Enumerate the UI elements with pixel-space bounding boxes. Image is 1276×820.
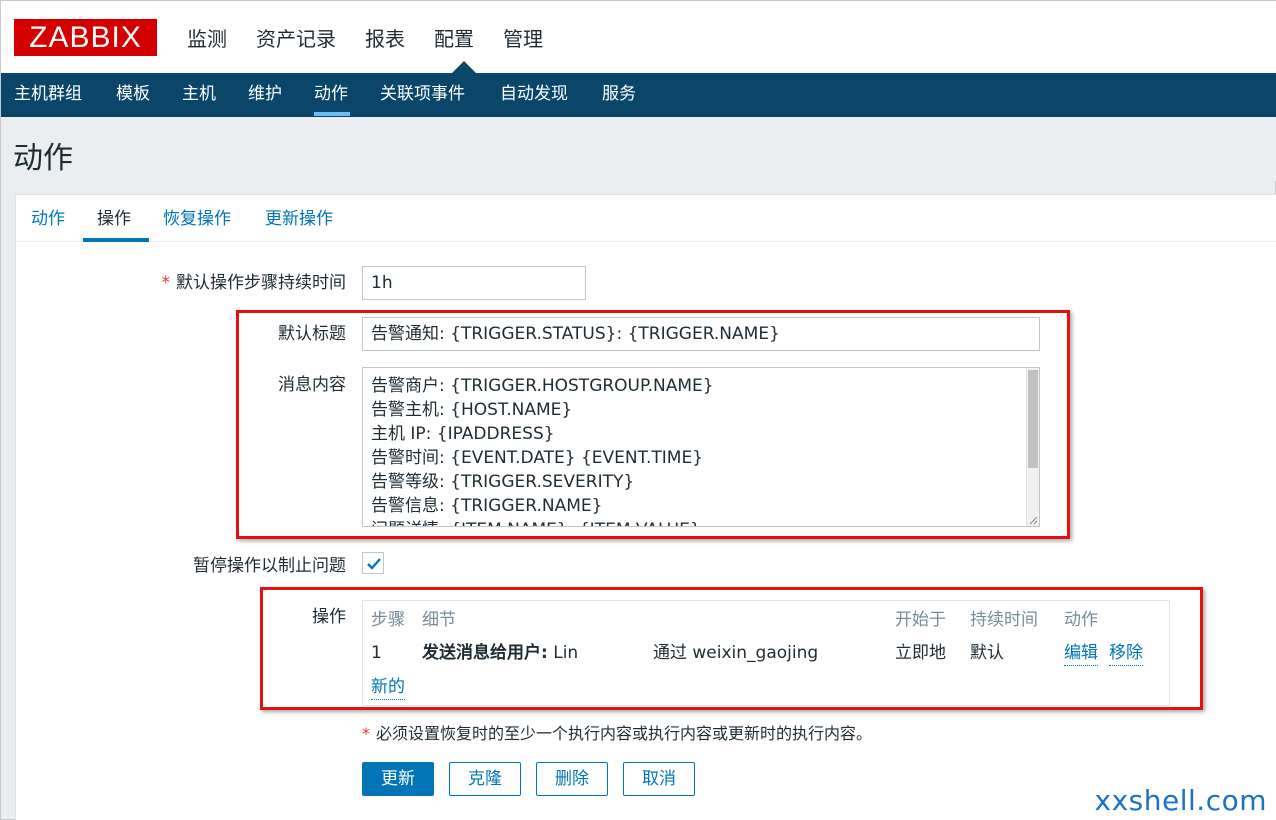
page-header: 动作 — [1, 117, 1276, 181]
step-duration-input[interactable]: 1h — [362, 266, 586, 300]
main-menu-configuration[interactable]: 配置 — [434, 25, 474, 53]
watermark: xxshell.com — [1094, 784, 1267, 817]
col-start: 开始于 — [895, 610, 946, 630]
message-line: 告警信息: {TRIGGER.NAME} — [371, 496, 603, 516]
pause-label: 暂停操作以制止问题 — [193, 556, 346, 576]
subject-label: 默认标题 — [278, 324, 346, 344]
message-line: 告警商户: {TRIGGER.HOSTGROUP.NAME} — [371, 376, 714, 396]
subject-input[interactable]: 告警通知: {TRIGGER.STATUS}: {TRIGGER.NAME} — [362, 317, 1040, 351]
sub-menu-active-underline — [314, 112, 350, 116]
step-duration-label: * 默认操作步骤持续时间 — [161, 273, 347, 293]
row-duration: 默认 — [970, 643, 1004, 663]
main-menu-reports[interactable]: 报表 — [365, 25, 405, 53]
row-step: 1 — [371, 643, 382, 663]
main-menu-inventory[interactable]: 资产记录 — [256, 25, 336, 53]
message-line: 告警主机: {HOST.NAME} — [371, 400, 573, 420]
resize-handle-icon[interactable] — [1028, 515, 1038, 525]
check-icon — [367, 558, 381, 570]
sub-menu-hosts[interactable]: 主机 — [182, 81, 216, 107]
col-duration: 持续时间 — [970, 610, 1038, 630]
update-button[interactable]: 更新 — [362, 762, 434, 796]
active-menu-caret — [452, 61, 476, 73]
edit-link[interactable]: 编辑 — [1064, 641, 1098, 666]
main-menu: 监测 资产记录 报表 配置 管理 — [187, 25, 572, 53]
sub-menu-host-groups[interactable]: 主机群组 — [14, 81, 82, 107]
sub-menu-correlation[interactable]: 关联项事件 — [380, 81, 465, 107]
message-scroll-thumb[interactable] — [1028, 370, 1038, 468]
operations-table: 步骤 细节 开始于 持续时间 动作 1 发送消息给用户: Lin 通过 weix… — [362, 600, 1170, 706]
pause-checkbox[interactable] — [362, 552, 384, 574]
sub-menu-services[interactable]: 服务 — [602, 81, 636, 107]
message-line: 告警等级: {TRIGGER.SEVERITY} — [371, 472, 635, 492]
required-marker: * — [161, 273, 171, 293]
page-title: 动作 — [13, 141, 73, 176]
message-scrollbar[interactable] — [1026, 368, 1039, 526]
tab-recovery-operations[interactable]: 恢复操作 — [163, 207, 231, 231]
action-form-card: 动作 操作 恢复操作 更新操作 * 默认操作步骤持续时间 1h 默认标题 告警通知… — [15, 194, 1276, 820]
col-step: 步骤 — [371, 610, 405, 630]
top-header: ZABBIX 监测 资产记录 报表 配置 管理 — [1, 1, 1276, 73]
operations-label: 操作 — [312, 607, 346, 627]
message-label: 消息内容 — [278, 375, 346, 395]
tab-action[interactable]: 动作 — [31, 207, 65, 231]
remove-link[interactable]: 移除 — [1109, 641, 1143, 666]
tab-operations[interactable]: 操作 — [97, 207, 131, 231]
new-operation-link[interactable]: 新的 — [371, 675, 405, 700]
row-detail: 发送消息给用户: Lin — [422, 643, 579, 663]
message-line: 告警时间: {EVENT.DATE} {EVENT.TIME} — [371, 448, 704, 468]
col-details: 细节 — [422, 610, 456, 630]
cancel-button[interactable]: 取消 — [623, 762, 695, 796]
row-start: 立即地 — [895, 643, 946, 663]
sub-menu: 主机群组 模板 主机 维护 动作 关联项事件 自动发现 服务 — [1, 73, 1276, 117]
sub-menu-actions[interactable]: 动作 — [314, 81, 348, 107]
col-action: 动作 — [1064, 610, 1098, 630]
tab-update-operations[interactable]: 更新操作 — [265, 207, 333, 231]
message-line: 主机 IP: {IPADDRESS} — [371, 424, 555, 444]
main-menu-monitoring[interactable]: 监测 — [187, 25, 227, 53]
row-detail-via: 通过 weixin_gaojing — [653, 643, 819, 663]
main-menu-administration[interactable]: 管理 — [503, 25, 543, 53]
sub-menu-templates[interactable]: 模板 — [116, 81, 150, 107]
clone-button[interactable]: 克隆 — [449, 762, 521, 796]
active-tab-underline — [83, 238, 149, 242]
zabbix-logo[interactable]: ZABBIX — [14, 19, 157, 56]
form-tabs: 动作 操作 恢复操作 更新操作 — [16, 195, 1276, 242]
sub-menu-maintenance[interactable]: 维护 — [248, 81, 282, 107]
message-textarea[interactable]: 告警商户: {TRIGGER.HOSTGROUP.NAME} 告警主机: {HO… — [362, 367, 1040, 527]
message-line: 问题详情: {ITEM.NAME}: {ITEM.VALUE} — [371, 518, 1031, 526]
sub-menu-discovery[interactable]: 自动发现 — [500, 81, 568, 107]
delete-button[interactable]: 删除 — [536, 762, 608, 796]
required-note: * 必须设置恢复时的至少一个执行内容或执行内容或更新时的执行内容。 — [362, 724, 873, 743]
